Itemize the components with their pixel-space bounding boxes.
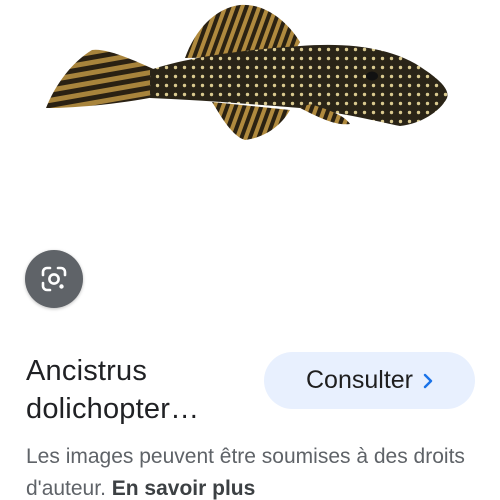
fish-illustration — [46, 4, 448, 140]
fish-image[interactable] — [0, 0, 500, 160]
google-lens-button[interactable] — [25, 250, 83, 308]
result-title-line-1: Ancistrus — [26, 355, 148, 387]
image-result-page: Ancistrus dolichopter… Consulter Les ima… — [0, 0, 500, 500]
result-title-line-2: dolichopter… — [26, 393, 200, 425]
visit-button[interactable]: Consulter — [264, 352, 475, 409]
google-lens-icon — [40, 265, 68, 293]
visit-button-label: Consulter — [306, 366, 413, 394]
chevron-right-icon — [423, 373, 433, 389]
result-title: Ancistrus dolichopter… — [26, 352, 251, 428]
copyright-notice: Les images peuvent être soumises à des d… — [26, 441, 486, 500]
learn-more-link[interactable]: En savoir plus — [112, 477, 256, 500]
